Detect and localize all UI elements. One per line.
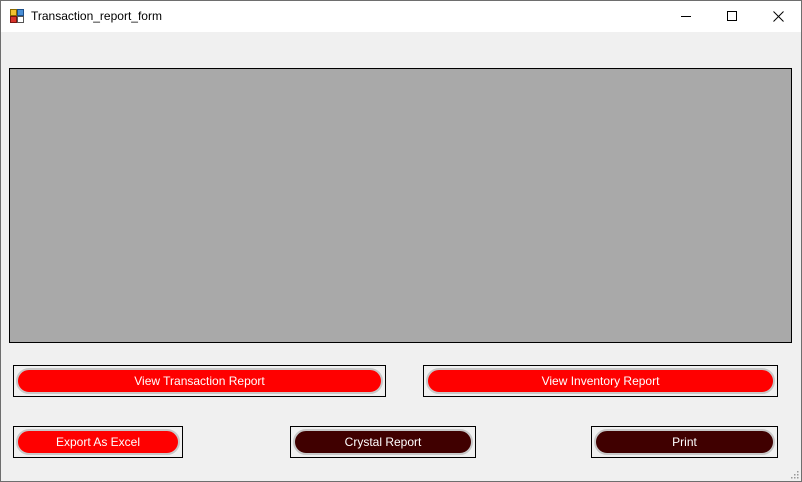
report-viewer-panel[interactable]: [9, 68, 792, 343]
view-inventory-report-button[interactable]: View Inventory Report: [426, 368, 775, 394]
title-bar[interactable]: Transaction_report_form: [1, 1, 801, 32]
report-window: Transaction_report_form View Transaction…: [0, 0, 802, 482]
print-frame: Print: [591, 426, 778, 458]
maximize-icon: [727, 11, 737, 21]
close-button[interactable]: [755, 1, 801, 31]
print-button[interactable]: Print: [594, 429, 775, 455]
export-excel-frame: Export As Excel: [13, 426, 183, 458]
crystal-report-button[interactable]: Crystal Report: [293, 429, 473, 455]
crystal-report-frame: Crystal Report: [290, 426, 476, 458]
view-inventory-frame: View Inventory Report: [423, 365, 778, 397]
window-title: Transaction_report_form: [31, 9, 162, 23]
minimize-icon: [681, 16, 691, 17]
view-transaction-frame: View Transaction Report: [13, 365, 386, 397]
maximize-button[interactable]: [709, 1, 755, 31]
minimize-button[interactable]: [663, 1, 709, 31]
export-as-excel-button[interactable]: Export As Excel: [16, 429, 180, 455]
app-icon: [10, 9, 24, 23]
resize-grip-icon[interactable]: [789, 469, 799, 479]
close-icon: [772, 10, 784, 22]
view-transaction-report-button[interactable]: View Transaction Report: [16, 368, 383, 394]
